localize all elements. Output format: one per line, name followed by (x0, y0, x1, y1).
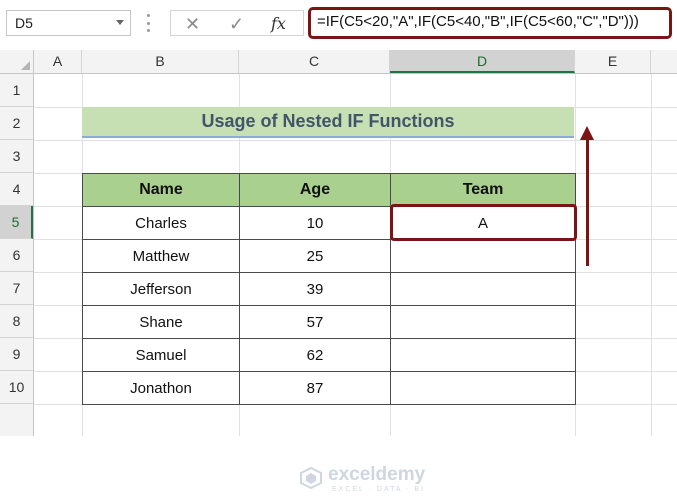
cell-name[interactable]: Charles (82, 206, 240, 240)
row-header-1[interactable]: 1 (0, 74, 33, 107)
cell-name[interactable]: Matthew (82, 239, 240, 273)
formula-buttons: ✕ ✓ fx (170, 10, 304, 36)
row-header-6[interactable]: 6 (0, 239, 33, 272)
formula-input[interactable]: =IF(C5<20,"A",IF(C5<40,"B",IF(C5<60,"C",… (308, 7, 672, 39)
row-header-4[interactable]: 4 (0, 173, 33, 206)
table-row: Jefferson 39 (82, 272, 576, 306)
cell-age[interactable]: 62 (239, 338, 391, 372)
table-row: Jonathon 87 (82, 371, 576, 405)
column-header-a[interactable]: A (34, 50, 82, 73)
gridline (651, 74, 652, 436)
header-age[interactable]: Age (239, 173, 391, 207)
cell-team[interactable] (390, 305, 576, 339)
watermark: exceldemy EXCEL · DATA · BI (300, 463, 450, 497)
cell-name[interactable]: Jefferson (82, 272, 240, 306)
cell-age[interactable]: 57 (239, 305, 391, 339)
sheet-title[interactable]: Usage of Nested IF Functions (82, 107, 574, 138)
header-team[interactable]: Team (390, 173, 576, 207)
cell-name[interactable]: Jonathon (82, 371, 240, 405)
cell-team[interactable] (390, 239, 576, 273)
table-row: Matthew 25 (82, 239, 576, 273)
cell-name[interactable]: Samuel (82, 338, 240, 372)
cell-name[interactable]: Shane (82, 305, 240, 339)
row-header-3[interactable]: 3 (0, 140, 33, 173)
exceldemy-logo-icon (300, 467, 322, 489)
cell-age[interactable]: 87 (239, 371, 391, 405)
active-cell-highlight (390, 204, 577, 241)
row-header-5[interactable]: 5 (0, 206, 33, 239)
column-header-e[interactable]: E (575, 50, 651, 73)
enter-check-icon[interactable]: ✓ (229, 11, 244, 37)
fx-icon[interactable]: fx (271, 11, 286, 37)
worksheet[interactable]: Usage of Nested IF Functions Name Age Te… (34, 74, 677, 493)
name-box[interactable]: D5 (6, 10, 131, 36)
table-row: Shane 57 (82, 305, 576, 339)
header-name[interactable]: Name (82, 173, 240, 207)
select-all-icon[interactable] (0, 50, 34, 73)
formula-bar-grip-icon[interactable] (147, 14, 150, 32)
column-header-b[interactable]: B (82, 50, 239, 73)
cell-age[interactable]: 39 (239, 272, 391, 306)
cell-team[interactable] (390, 371, 576, 405)
row-header-8[interactable]: 8 (0, 305, 33, 338)
row-headers: 1 2 3 4 5 6 7 8 9 10 (0, 74, 34, 436)
formula-bar: D5 ✕ ✓ fx =IF(C5<20,"A",IF(C5<40,"B",IF(… (0, 0, 677, 46)
name-box-value: D5 (15, 15, 33, 31)
gridline (34, 140, 677, 141)
row-header-2[interactable]: 2 (0, 107, 33, 140)
cell-age[interactable]: 25 (239, 239, 391, 273)
row-header-7[interactable]: 7 (0, 272, 33, 305)
cancel-icon[interactable]: ✕ (185, 11, 200, 37)
row-header-10[interactable]: 10 (0, 371, 33, 404)
column-headers: A B C D E (0, 50, 677, 74)
column-header-d[interactable]: D (390, 50, 575, 73)
annotation-arrow-line (586, 134, 589, 266)
cell-team[interactable] (390, 338, 576, 372)
table-header-row: Name Age Team (82, 173, 576, 207)
formula-text: =IF(C5<20,"A",IF(C5<40,"B",IF(C5<60,"C",… (317, 13, 639, 30)
cell-age[interactable]: 10 (239, 206, 391, 240)
watermark-name: exceldemy (328, 464, 426, 485)
cell-team[interactable] (390, 272, 576, 306)
table-row: Samuel 62 (82, 338, 576, 372)
arrow-up-icon (580, 126, 594, 140)
watermark-tagline: EXCEL · DATA · BI (332, 486, 425, 493)
column-header-c[interactable]: C (239, 50, 390, 73)
dropdown-arrow-icon[interactable] (116, 20, 124, 25)
row-header-9[interactable]: 9 (0, 338, 33, 371)
